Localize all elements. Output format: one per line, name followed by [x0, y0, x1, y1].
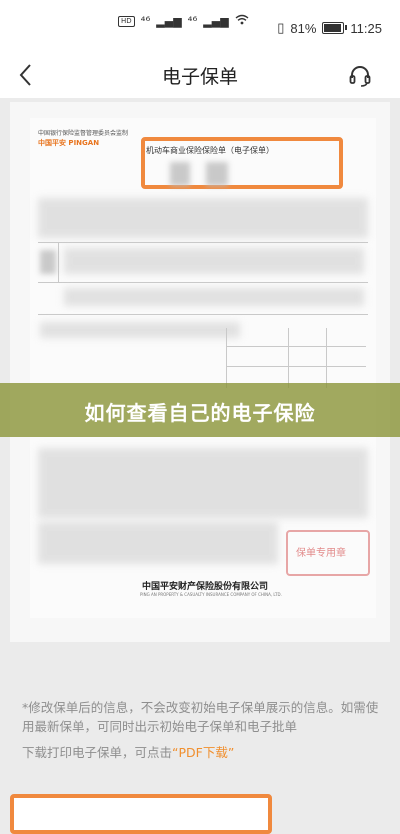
redacted-block [170, 162, 190, 186]
download-hint: 下载打印电子保单，可点击“PDF下载” [22, 742, 234, 761]
status-left: HD ⁴⁶ ▂▄▆ ⁴⁶ ▂▄▆ [118, 14, 249, 28]
table-line [38, 314, 368, 315]
battery-percent: 81% [290, 20, 317, 36]
signal-bars-icon: ▂▄▆ [156, 14, 182, 28]
nav-bar: 电子保单 [0, 52, 400, 98]
redacted-block [206, 162, 228, 186]
headset-icon [349, 66, 371, 87]
company-logo: 中国平安 PINGAN [38, 139, 100, 147]
redacted-block [38, 448, 368, 518]
customer-service-button[interactable] [348, 64, 372, 88]
battery-icon [322, 22, 348, 34]
wifi-icon [235, 14, 249, 28]
clock-time: 11:25 [350, 20, 382, 36]
banner-title: 如何查看自己的电子保险 [84, 401, 316, 425]
table-line [226, 328, 227, 388]
notice-text: *修改保单后的信息，不会改变初始电子保单展示的信息。如需使用最新保单，可同时出示… [22, 700, 379, 734]
policy-preview[interactable]: 中国银行保险监督管理委员会监制 中国平安 PINGAN 机动车商业保险保险单（电… [10, 102, 390, 642]
pdf-download-link[interactable]: “PDF下载” [172, 745, 234, 760]
sim1-badge: HD [118, 15, 135, 27]
download-hint-text: 下载打印电子保单，可点击 [22, 745, 173, 760]
stamp-text: 保单专用章 [296, 548, 346, 559]
table-line [226, 346, 366, 347]
policy-stamp: 保单专用章 [286, 530, 370, 576]
table-line [326, 328, 327, 388]
regulator-text: 中国银行保险监督管理委员会监制 [38, 130, 129, 137]
redacted-block [40, 322, 240, 338]
table-line [226, 366, 366, 367]
policy-title: 机动车商业保险保险单（电子保单） [146, 146, 274, 155]
status-bar: HD ⁴⁶ ▂▄▆ ⁴⁶ ▂▄▆ ▯ 81% 11:25 [0, 0, 400, 52]
title-banner: 如何查看自己的电子保险 [0, 383, 400, 437]
bottom-highlight-card[interactable] [10, 794, 272, 834]
redacted-block [38, 522, 278, 564]
redacted-block [64, 288, 364, 306]
redacted-block [40, 250, 56, 274]
signal-icon: ⁴⁶ [140, 14, 151, 28]
redacted-block [64, 248, 364, 274]
table-line [38, 242, 368, 243]
status-right: ▯ 81% 11:25 [277, 20, 382, 36]
table-line [288, 328, 289, 388]
vibrate-icon: ▯ [277, 20, 285, 35]
company-name-en: PING AN PROPERTY & CASUALTY INSURANCE CO… [140, 592, 282, 597]
table-line [58, 242, 59, 282]
company-name: 中国平安财产保险股份有限公司 [142, 582, 269, 592]
policy-document: 中国银行保险监督管理委员会监制 中国平安 PINGAN 机动车商业保险保险单（电… [30, 118, 376, 618]
signal-bars-icon-2: ▂▄▆ [203, 14, 229, 28]
table-line [38, 282, 368, 283]
signal-icon-2: ⁴⁶ [187, 14, 198, 28]
page-title: 电子保单 [161, 66, 238, 88]
redacted-block [38, 198, 368, 238]
